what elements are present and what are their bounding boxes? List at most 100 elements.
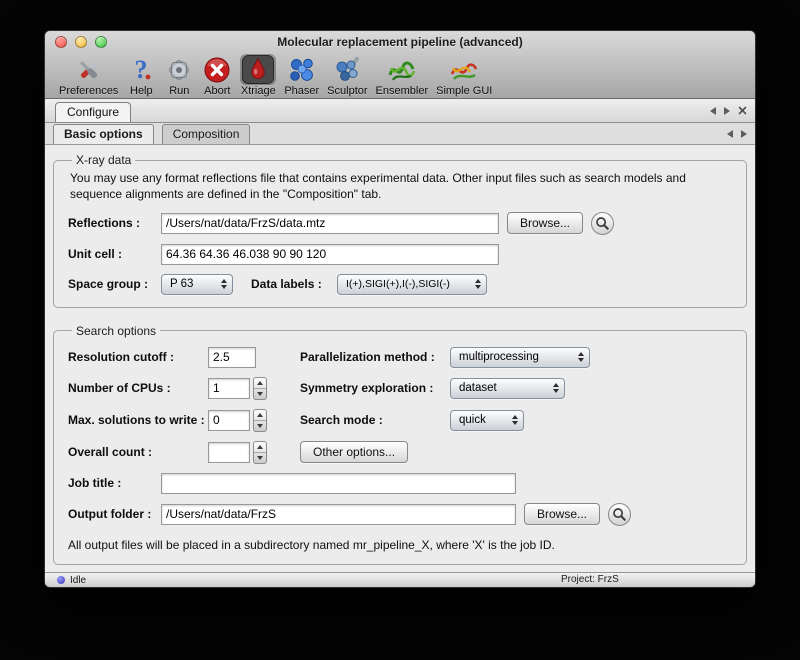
space-group-row: Space group : P 63 Data labels : I(+),SI… bbox=[68, 274, 732, 295]
xray-data-description: You may use any format reflections file … bbox=[70, 171, 726, 203]
toolbar-label: Preferences bbox=[59, 85, 118, 97]
unit-cell-row: Unit cell : bbox=[68, 244, 732, 265]
toolbar-label: Xtriage bbox=[241, 85, 276, 97]
tab-scroll-right-icon[interactable] bbox=[724, 107, 730, 115]
num-cpus-label: Number of CPUs : bbox=[68, 381, 208, 395]
max-solutions-input[interactable] bbox=[208, 410, 250, 431]
output-folder-row: Output folder : Browse... bbox=[68, 503, 732, 526]
parallelization-value: multiprocessing bbox=[459, 351, 539, 363]
toolbar-item-phaser[interactable]: Phaser bbox=[284, 54, 319, 97]
space-group-value: P 63 bbox=[170, 278, 193, 290]
subtab-scroll-right-icon[interactable] bbox=[741, 130, 747, 138]
toolbar-label: Run bbox=[169, 85, 189, 97]
job-title-row: Job title : bbox=[68, 473, 732, 494]
subtab-scroll-left-icon[interactable] bbox=[727, 130, 733, 138]
window-header: Molecular replacement pipeline (advanced… bbox=[45, 31, 755, 99]
popup-arrows-icon bbox=[221, 279, 227, 289]
overall-count-row: Overall count : Other options... bbox=[68, 441, 732, 464]
toolbar-item-ensembler[interactable]: Ensembler bbox=[376, 54, 429, 97]
magnifier-icon bbox=[595, 216, 610, 231]
toolbar-label: Simple GUI bbox=[436, 85, 492, 97]
symmetry-value: dataset bbox=[459, 382, 497, 394]
output-folder-input[interactable] bbox=[161, 504, 516, 525]
tab-basic-options[interactable]: Basic options bbox=[53, 124, 154, 144]
other-options-button[interactable]: Other options... bbox=[300, 441, 408, 463]
reflections-input[interactable] bbox=[161, 213, 499, 234]
tab-scroll-left-icon[interactable] bbox=[710, 107, 716, 115]
tab-close-icon[interactable] bbox=[738, 106, 747, 115]
toolbar-item-xtriage[interactable]: Xtriage bbox=[240, 54, 276, 97]
toolbar-label: Sculptor bbox=[327, 85, 367, 97]
max-solutions-label: Max. solutions to write : bbox=[68, 413, 208, 427]
window-title: Molecular replacement pipeline (advanced… bbox=[277, 35, 522, 49]
xray-data-group-title: X-ray data bbox=[72, 153, 135, 167]
search-options-group: Search options Resolution cutoff : Paral… bbox=[53, 324, 747, 565]
overall-count-stepper[interactable] bbox=[253, 441, 267, 464]
content-panel: X-ray data You may use any format reflec… bbox=[45, 145, 755, 572]
symmetry-label: Symmetry exploration : bbox=[300, 381, 450, 395]
simple-gui-icon bbox=[449, 54, 479, 85]
space-group-label: Space group : bbox=[68, 277, 161, 291]
num-cpus-stepper[interactable] bbox=[253, 377, 267, 400]
minimize-window-button[interactable] bbox=[75, 36, 87, 48]
job-title-input[interactable] bbox=[161, 473, 516, 494]
close-window-button[interactable] bbox=[55, 36, 67, 48]
toolbar-item-abort[interactable]: Abort bbox=[202, 54, 232, 97]
output-folder-browse-button[interactable]: Browse... bbox=[524, 503, 600, 525]
popup-arrows-icon bbox=[475, 279, 481, 289]
max-solutions-stepper[interactable] bbox=[253, 409, 267, 432]
tab-configure[interactable]: Configure bbox=[55, 102, 131, 122]
popup-arrows-icon bbox=[578, 352, 584, 362]
app-window: Molecular replacement pipeline (advanced… bbox=[44, 30, 756, 588]
toolbar-item-run[interactable]: Run bbox=[164, 54, 194, 97]
preferences-icon bbox=[74, 54, 104, 85]
tab-composition[interactable]: Composition bbox=[162, 124, 251, 144]
output-note: All output files will be placed in a sub… bbox=[68, 538, 732, 552]
output-folder-label: Output folder : bbox=[68, 507, 161, 521]
traffic-lights bbox=[55, 36, 107, 48]
data-labels-popup[interactable]: I(+),SIGI(+),I(-),SIGI(-) bbox=[337, 274, 487, 295]
main-tab-strip-controls bbox=[710, 99, 747, 122]
reflections-label: Reflections : bbox=[68, 216, 161, 230]
xtriage-icon bbox=[240, 54, 276, 85]
parallelization-popup[interactable]: multiprocessing bbox=[450, 347, 590, 368]
search-options-group-title: Search options bbox=[72, 324, 160, 338]
output-folder-search-button[interactable] bbox=[608, 503, 631, 526]
num-cpus-input[interactable] bbox=[208, 378, 250, 399]
resolution-cutoff-input[interactable] bbox=[208, 347, 256, 368]
reflections-search-button[interactable] bbox=[591, 212, 614, 235]
data-labels-label: Data labels : bbox=[251, 277, 337, 291]
ensembler-icon bbox=[387, 54, 417, 85]
run-icon bbox=[164, 54, 194, 85]
phaser-icon bbox=[287, 54, 317, 85]
reflections-browse-button[interactable]: Browse... bbox=[507, 212, 583, 234]
search-mode-value: quick bbox=[459, 414, 486, 426]
toolbar-item-sculptor[interactable]: Sculptor bbox=[327, 54, 367, 97]
titlebar: Molecular replacement pipeline (advanced… bbox=[45, 31, 755, 53]
toolbar-label: Ensembler bbox=[376, 85, 429, 97]
toolbar-item-preferences[interactable]: Preferences bbox=[59, 54, 118, 97]
overall-count-input[interactable] bbox=[208, 442, 250, 463]
resolution-row: Resolution cutoff : Parallelization meth… bbox=[68, 347, 732, 368]
sculptor-icon bbox=[332, 54, 362, 85]
status-bar: Idle Project: FrzS bbox=[45, 572, 755, 587]
search-mode-popup[interactable]: quick bbox=[450, 410, 524, 431]
parallelization-label: Parallelization method : bbox=[300, 350, 450, 364]
status-indicator-icon bbox=[57, 576, 65, 584]
toolbar-item-simple-gui[interactable]: Simple GUI bbox=[436, 54, 492, 97]
toolbar-label: Help bbox=[130, 85, 153, 97]
zoom-window-button[interactable] bbox=[95, 36, 107, 48]
popup-arrows-icon bbox=[553, 383, 559, 393]
unit-cell-input[interactable] bbox=[161, 244, 499, 265]
max-solutions-row: Max. solutions to write : Search mode : … bbox=[68, 409, 732, 432]
symmetry-popup[interactable]: dataset bbox=[450, 378, 565, 399]
toolbar-label: Phaser bbox=[284, 85, 319, 97]
toolbar-item-help[interactable]: ? Help bbox=[126, 54, 156, 97]
sub-tab-strip-controls bbox=[727, 123, 747, 144]
reflections-row: Reflections : Browse... bbox=[68, 212, 732, 235]
toolbar-label: Abort bbox=[204, 85, 230, 97]
space-group-popup[interactable]: P 63 bbox=[161, 274, 233, 295]
toolbar: Preferences ? Help bbox=[45, 53, 755, 99]
search-mode-label: Search mode : bbox=[300, 413, 450, 427]
job-title-label: Job title : bbox=[68, 476, 161, 490]
